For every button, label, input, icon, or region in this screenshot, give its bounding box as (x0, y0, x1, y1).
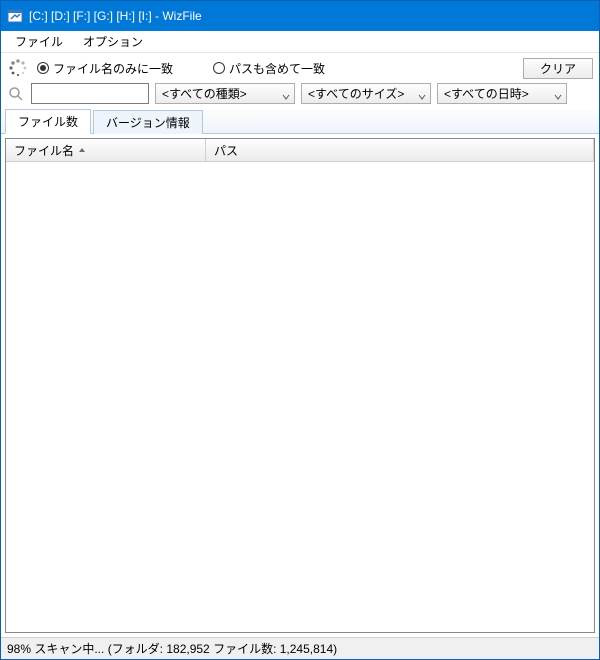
column-label: ファイル名 (14, 142, 74, 159)
search-icon (7, 85, 25, 103)
combo-label: <すべてのサイズ> (308, 85, 412, 102)
combo-label: <すべての日時> (444, 85, 548, 102)
radio-label: パスも含めて一致 (229, 60, 325, 77)
button-label: クリア (540, 60, 576, 77)
tab-label: ファイル数 (18, 115, 78, 129)
toolbar: ファイル名のみに一致 パスも含めて一致 クリア (1, 53, 599, 81)
tab-version-info[interactable]: バージョン情報 (93, 110, 203, 134)
list-header: ファイル名 パス (6, 139, 594, 162)
menubar: ファイル オプション (1, 31, 599, 53)
filter-type-combo[interactable]: <すべての種類> (155, 83, 295, 104)
chevron-down-icon (282, 90, 290, 98)
app-icon (7, 8, 23, 24)
column-path[interactable]: パス (206, 139, 594, 161)
column-label: パス (214, 142, 238, 159)
file-listview: ファイル名 パス (5, 138, 595, 633)
combo-label: <すべての種類> (162, 85, 276, 102)
radio-label: ファイル名のみに一致 (53, 60, 173, 77)
loading-spinner-icon (7, 57, 29, 79)
chevron-down-icon (554, 90, 562, 98)
window-title: [C:] [D:] [F:] [G:] [H:] [I:] - WizFile (29, 9, 202, 23)
radio-icon (37, 62, 49, 74)
titlebar: [C:] [D:] [F:] [G:] [H:] [I:] - WizFile (1, 1, 599, 31)
tab-label: バージョン情報 (106, 116, 190, 130)
filter-date-combo[interactable]: <すべての日時> (437, 83, 567, 104)
menu-options[interactable]: オプション (75, 31, 151, 52)
list-body[interactable] (6, 162, 594, 632)
sort-ascending-icon (78, 143, 86, 157)
search-input[interactable] (31, 83, 149, 104)
tab-file-count[interactable]: ファイル数 (5, 109, 91, 134)
radio-icon (213, 62, 225, 74)
status-text: 98% スキャン中... (フォルダ: 182,952 ファイル数: 1,245… (7, 640, 337, 657)
statusbar: 98% スキャン中... (フォルダ: 182,952 ファイル数: 1,245… (1, 637, 599, 659)
filter-size-combo[interactable]: <すべてのサイズ> (301, 83, 431, 104)
searchbar: <すべての種類> <すべてのサイズ> <すべての日時> (1, 81, 599, 110)
radio-filename-only[interactable]: ファイル名のみに一致 (37, 60, 173, 77)
tabs: ファイル数 バージョン情報 (1, 110, 599, 134)
clear-button[interactable]: クリア (523, 58, 593, 79)
chevron-down-icon (418, 90, 426, 98)
menu-file[interactable]: ファイル (7, 31, 71, 52)
column-filename[interactable]: ファイル名 (6, 139, 206, 161)
app-window: [C:] [D:] [F:] [G:] [H:] [I:] - WizFile … (0, 0, 600, 660)
match-mode-radios: ファイル名のみに一致 パスも含めて一致 (37, 60, 515, 77)
radio-include-path[interactable]: パスも含めて一致 (213, 60, 325, 77)
